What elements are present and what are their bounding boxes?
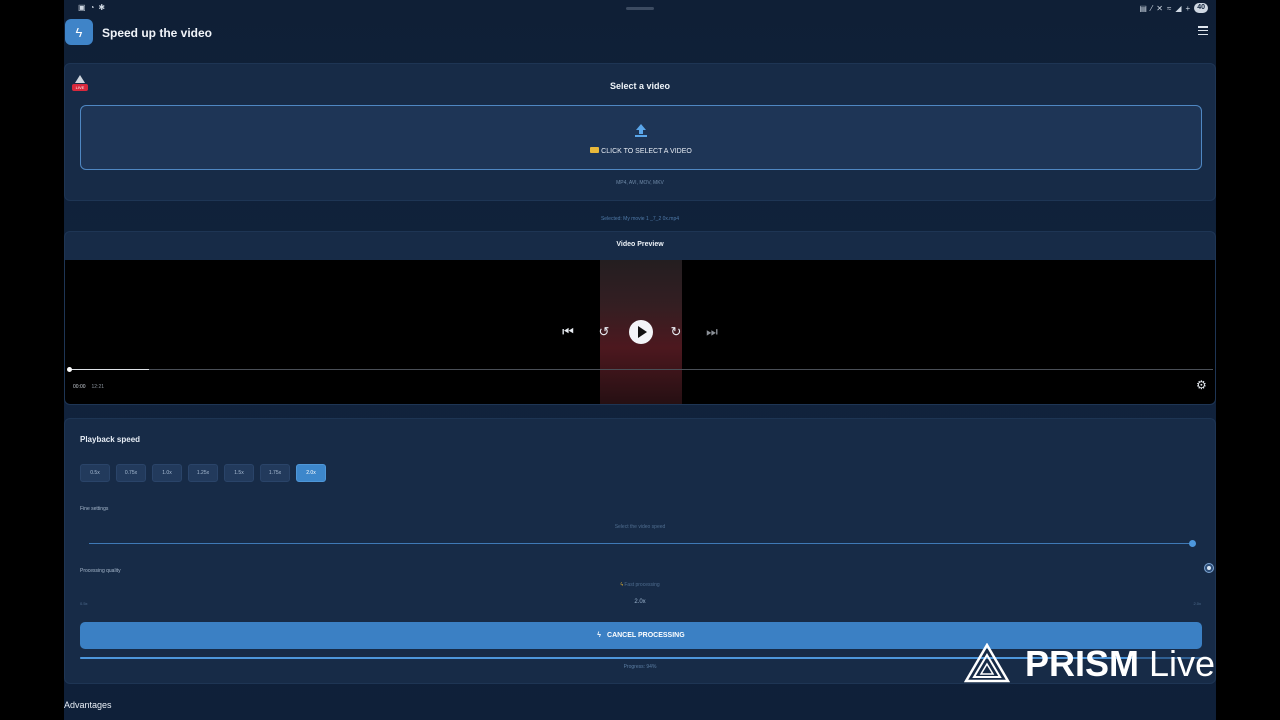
pen-icon: ⁄ [1150, 3, 1153, 13]
wifi-icon: ≈ [1166, 3, 1172, 13]
bolt-button-icon: ϟ [597, 632, 602, 639]
mute-icon: ✕ [1156, 3, 1163, 13]
seek-bar-fill [69, 369, 150, 370]
select-video-card: LIVE Select a video CLICK TO SELECT A VI… [64, 63, 1216, 201]
speed-option-button[interactable]: 1.5x [224, 464, 254, 482]
live-text: Live [1139, 643, 1216, 684]
select-video-title: Select a video [609, 81, 671, 91]
dropzone-label-row: CLICK TO SELECT A VIDEO [81, 147, 1201, 155]
flag-icon: ▤ [1139, 3, 1147, 13]
status-right: ▤ ⁄ ✕ ≈ ◢ + 40 [1139, 3, 1208, 13]
skip-previous-icon[interactable]: ⏮ [558, 322, 578, 342]
slider-hint: Select the video speed [614, 524, 666, 530]
notification-icon: ▣ [78, 3, 86, 12]
cancel-processing-label: CANCEL PROCESSING [607, 632, 685, 639]
play-button[interactable] [629, 320, 653, 344]
current-time: 00:00 [73, 384, 86, 390]
sync-icon: ◔ [89, 3, 95, 12]
speed-option-button[interactable]: 0.75x [116, 464, 146, 482]
upload-icon [634, 124, 648, 138]
drag-handle[interactable] [626, 7, 654, 10]
status-bar: ▣ ◔ ✱ ▤ ⁄ ✕ ≈ ◢ + 40 [64, 3, 1216, 17]
fast-processing-text: Fast processing [624, 582, 660, 588]
duration: 12:21 [91, 384, 105, 390]
speed-slider[interactable] [89, 540, 1196, 547]
video-dropzone[interactable]: CLICK TO SELECT A VIDEO [80, 105, 1202, 170]
fine-settings-label: Fine settings [80, 506, 109, 512]
advantages-heading: Advantages [64, 700, 112, 710]
seek-knob[interactable] [67, 367, 72, 372]
playback-speed-title: Playback speed [80, 435, 141, 444]
processing-quality-label: Processing quality [80, 568, 121, 574]
prism-text: PRISM [1025, 643, 1140, 684]
prism-live-text: PRISM Live [1025, 643, 1215, 685]
signal-icon: ◢ [1175, 3, 1182, 13]
prism-logo-icon [964, 643, 1010, 683]
video-preview-title: Video Preview [616, 241, 664, 248]
video-player[interactable]: ⏮ ↺ ↻ ⏭ 00:00 12:21 ⚙ [65, 260, 1215, 404]
video-preview-card: Video Preview ⏮ ↺ ↻ ⏭ 00:00 12:21 ⚙ [64, 231, 1216, 405]
app-window: ▣ ◔ ✱ ▤ ⁄ ✕ ≈ ◢ + 40 ϟ Speed up the vide… [64, 0, 1216, 720]
bolt-icon[interactable]: ϟ [65, 19, 93, 45]
battery-indicator: 40 [1194, 3, 1208, 13]
folder-icon [590, 147, 600, 153]
speed-option-button[interactable]: 1.25x [188, 464, 218, 482]
skip-next-icon[interactable]: ⏭ [702, 322, 722, 342]
bluetooth-icon: ✱ [98, 3, 106, 12]
speed-option-button[interactable]: 0.5x [80, 464, 110, 482]
prism-live-watermark: PRISM Live [964, 643, 1240, 687]
seek-bar[interactable] [67, 367, 1213, 372]
hamburger-menu-icon[interactable] [1198, 26, 1208, 35]
selected-file-text: Selected: My movie 1 _7_2 0x.mp4 [600, 216, 680, 222]
speed-buttons: 0.5x 0.75x 1.0x 1.25x 1.5x 1.75x 2.0x [80, 464, 326, 482]
bolt-small-icon: ϟ [620, 582, 623, 588]
player-controls: ⏮ ↺ ↻ ⏭ [65, 320, 1215, 344]
range-max: 2.0x [1193, 601, 1201, 606]
status-left: ▣ ◔ ✱ [78, 3, 105, 12]
quality-toggle[interactable] [1204, 563, 1214, 573]
dropzone-label: CLICK TO SELECT A VIDEO [601, 148, 692, 155]
charging-icon: + [1185, 3, 1191, 13]
rewind-10-icon[interactable]: ↺ [594, 322, 614, 342]
speed-option-button[interactable]: 2.0x [296, 464, 326, 482]
gear-icon[interactable]: ⚙ [1196, 379, 1207, 391]
speed-option-button[interactable]: 1.0x [152, 464, 182, 482]
app-header: ϟ Speed up the video [64, 18, 1216, 46]
supported-formats: MP4, AVI, MOV, MKV [616, 180, 664, 186]
time-display: 00:00 12:21 [73, 384, 104, 390]
speed-option-button[interactable]: 1.75x [260, 464, 290, 482]
fast-processing-row: ϟ Fast processing [65, 582, 1215, 588]
page-title: Speed up the video [102, 26, 213, 40]
forward-10-icon[interactable]: ↻ [666, 322, 686, 342]
range-current: 2.0x [634, 599, 646, 605]
speed-slider-knob[interactable] [1189, 540, 1196, 547]
